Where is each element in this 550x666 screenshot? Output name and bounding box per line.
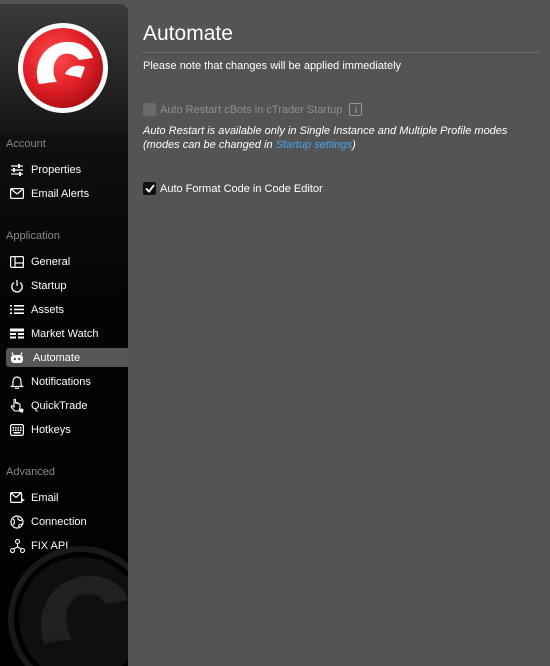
section-application: Application	[6, 230, 60, 242]
info-icon[interactable]: i	[349, 103, 363, 116]
sidebar-item-label: General	[31, 255, 71, 268]
sidebar-item-assets[interactable]: Assets	[6, 300, 128, 319]
sidebar-item-label: Properties	[31, 163, 82, 176]
email-send-icon	[9, 490, 25, 506]
envelope-icon	[9, 186, 25, 202]
sidebar-item-label: Notifications	[31, 375, 91, 388]
power-icon	[9, 278, 25, 294]
sliders-icon	[9, 162, 25, 178]
ctrader-watermark-logo	[8, 546, 128, 666]
auto-format-checkbox[interactable]	[143, 182, 156, 195]
sidebar-item-label: Startup	[31, 279, 67, 292]
changes-note: Please note that changes will be applied…	[143, 60, 402, 72]
sidebar: Account Properties Email Alerts Applicat…	[0, 4, 128, 666]
auto-restart-option: Auto Restart cBots in cTrader Startup i	[143, 103, 363, 116]
sidebar-item-notifications[interactable]: Notifications	[6, 372, 128, 391]
sidebar-item-label: Assets	[31, 303, 65, 316]
sidebar-item-properties[interactable]: Properties	[6, 160, 128, 179]
list-icon	[9, 302, 25, 318]
auto-format-label: Auto Format Code in Code Editor	[160, 182, 323, 195]
title-divider	[143, 52, 540, 53]
sidebar-item-label: Automate	[33, 351, 81, 364]
sidebar-item-connection[interactable]: Connection	[6, 512, 128, 531]
sidebar-item-general[interactable]: General	[6, 252, 128, 271]
robot-icon	[9, 350, 25, 366]
layout-icon	[9, 254, 25, 270]
startup-settings-link[interactable]: Startup settings	[276, 139, 352, 151]
help-line-1: Auto Restart is available only in Single…	[143, 125, 508, 137]
auto-restart-checkbox[interactable]	[143, 103, 156, 116]
checkmark-icon	[144, 184, 155, 193]
auto-restart-help: Auto Restart is available only in Single…	[143, 124, 507, 152]
sidebar-item-label: Connection	[31, 515, 87, 528]
sidebar-item-hotkeys[interactable]: Hotkeys	[6, 420, 128, 439]
ctrader-logo	[18, 23, 108, 113]
help-suffix: )	[352, 139, 356, 151]
section-account: Account	[6, 138, 46, 150]
bell-icon	[9, 374, 25, 390]
globe-icon	[9, 514, 25, 530]
sidebar-item-automate[interactable]: Automate	[6, 348, 128, 367]
sidebar-item-label: Email	[31, 491, 59, 504]
main-panel: Automate Please note that changes will b…	[143, 0, 550, 666]
sidebar-item-label: Email Alerts	[31, 187, 90, 200]
keyboard-icon	[9, 422, 25, 438]
auto-restart-label: Auto Restart cBots in cTrader Startup	[160, 103, 343, 116]
help-prefix: (modes can be changed in	[143, 139, 276, 151]
sidebar-item-quicktrade[interactable]: QuickTrade	[6, 396, 128, 415]
help-line-2: (modes can be changed in Startup setting…	[143, 138, 507, 152]
sidebar-item-label: Market Watch	[31, 327, 99, 340]
page-title: Automate	[143, 22, 233, 45]
hand-pointer-icon	[9, 398, 25, 414]
sidebar-item-email[interactable]: Email	[6, 488, 128, 507]
market-watch-icon	[9, 326, 25, 342]
sidebar-item-label: Hotkeys	[31, 423, 71, 436]
sidebar-item-market-watch[interactable]: Market Watch	[6, 324, 128, 343]
sidebar-item-email-alerts[interactable]: Email Alerts	[6, 184, 128, 203]
sidebar-item-label: QuickTrade	[31, 399, 88, 412]
section-advanced: Advanced	[6, 466, 55, 478]
sidebar-item-startup[interactable]: Startup	[6, 276, 128, 295]
auto-format-option: Auto Format Code in Code Editor	[143, 182, 323, 195]
